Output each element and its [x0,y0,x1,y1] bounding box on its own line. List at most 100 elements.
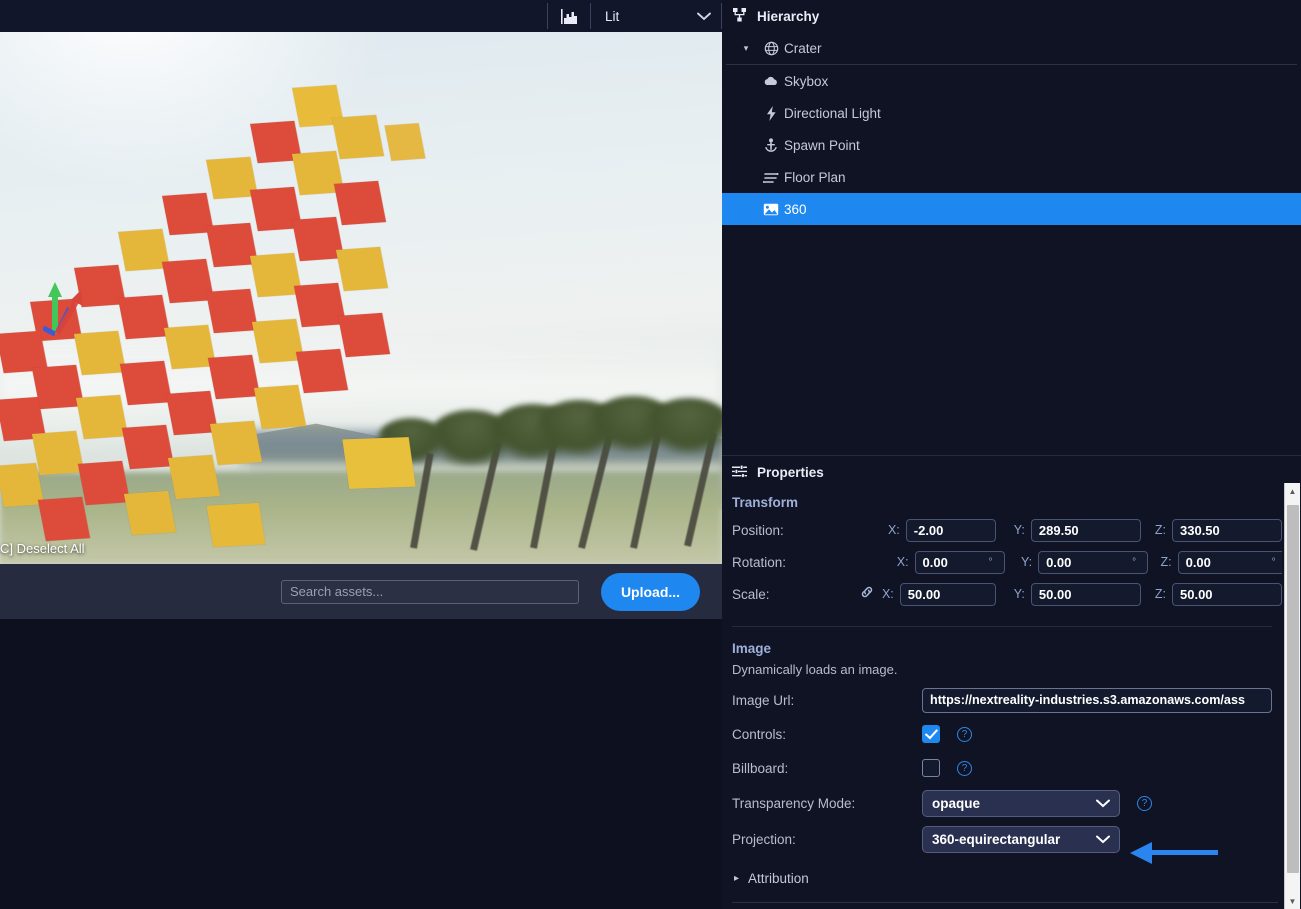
hierarchy-header: Hierarchy [722,0,1301,32]
position-y-input[interactable] [1030,518,1141,542]
image-section-description: Dynamically loads an image. [732,662,898,677]
degree-symbol: ° [1271,556,1276,568]
position-y-label: Y: [1013,523,1025,537]
right-panel: Hierarchy ▾ Crater Skybox Directional Li… [722,0,1301,909]
projection-select[interactable]: 360-equirectangular [922,825,1120,853]
rotation-y-label: Y: [1020,555,1033,569]
hierarchy-item-label: Skybox [784,73,829,89]
hierarchy-list: ▾ Crater Skybox Directional Light Spawn … [722,32,1301,225]
hierarchy-item-label: 360 [784,201,807,217]
scene-card [77,460,131,506]
scene-card [333,180,387,226]
properties-scrollbar[interactable]: ▲ ▼ [1284,483,1300,909]
controls-checkbox[interactable] [922,725,940,743]
position-row: Position: X: Y: Z: [722,514,1282,546]
transform-section-title: Transform [732,495,799,510]
scale-label: Scale: [732,586,770,602]
transparency-mode-select[interactable]: opaque [922,789,1120,817]
scale-z-label: Z: [1154,587,1166,601]
scene-card [209,420,263,466]
hierarchy-title: Hierarchy [757,8,820,24]
degree-symbol: ° [1132,556,1137,568]
scene-card [207,354,261,400]
controls-row: Controls: ? [722,717,1282,751]
projection-value: 360-equirectangular [932,831,1061,847]
floorplan-icon [758,171,784,184]
rotation-row: Rotation: X: ° Y: ° Z: ° [722,546,1282,578]
translate-gizmo[interactable] [41,280,105,345]
hierarchy-item-label: Spawn Point [784,137,860,153]
scene-card [119,360,173,406]
hierarchy-item-label: Crater [784,40,822,56]
scene-card [335,246,389,292]
chevron-down-icon [1096,832,1110,847]
image-url-row: Image Url: [722,683,1282,717]
question-circle-icon[interactable]: ? [1137,795,1152,811]
rotation-x-label: X: [896,555,909,569]
rotation-z-input[interactable] [1177,550,1282,574]
scene-card [205,288,259,334]
palm-fronds [646,398,722,454]
scroll-up-button[interactable]: ▲ [1285,483,1300,499]
scene-card [37,496,91,542]
rotation-z-label: Z: [1160,555,1172,569]
rotation-label: Rotation: [732,554,787,570]
hierarchy-item-label: Directional Light [784,105,881,121]
sitemap-icon [732,7,747,25]
position-x-input[interactable] [905,518,996,542]
scale-z-input[interactable] [1172,582,1282,606]
scene-card [384,123,426,161]
scrollbar-thumb[interactable] [1287,505,1299,873]
scene-card [117,294,171,340]
chart-icon[interactable] [548,0,590,32]
chevron-down-icon [697,9,711,24]
billboard-row: Billboard: ? [722,751,1282,785]
properties-header: Properties [722,455,1301,489]
hierarchy-item-360[interactable]: 360 [722,193,1301,225]
sliders-icon [732,464,747,481]
hierarchy-item-directional-light[interactable]: Directional Light [722,97,1301,129]
viewport-toolbar: Lit [0,0,722,32]
scene-card [75,394,129,440]
scale-row: Scale: X: Y: Z: [722,578,1282,610]
scene-card [342,437,416,489]
hierarchy-item-crater[interactable]: ▾ Crater [722,32,1301,64]
transparency-mode-row: Transparency Mode: opaque ? [722,785,1282,821]
app-root: Lit C] Deselect All Search assets... Upl… [0,0,1301,909]
billboard-label: Billboard: [732,760,789,776]
shading-mode-select[interactable]: Lit [591,0,721,32]
position-label: Position: [732,522,784,538]
search-assets-input[interactable] [281,579,579,604]
scene-card [331,114,385,160]
editor-column: Lit C] Deselect All Search assets... Upl… [0,0,722,909]
image-url-input[interactable] [922,687,1272,713]
hierarchy-item-skybox[interactable]: Skybox [722,65,1301,97]
viewport-3d[interactable]: C] Deselect All [0,32,722,564]
scale-x-label: X: [881,587,894,601]
upload-button[interactable]: Upload... [601,572,700,611]
scale-x-input[interactable] [899,582,996,606]
annotation-arrow-left [1130,842,1218,869]
scene-card [167,454,221,500]
image-icon [758,203,784,216]
position-z-input[interactable] [1172,518,1282,542]
hierarchy-item-label: Floor Plan [784,169,846,185]
hierarchy-item-floor-plan[interactable]: Floor Plan [722,161,1301,193]
attribution-divider [732,902,1278,903]
scale-y-input[interactable] [1030,582,1141,606]
hierarchy-item-spawn-point[interactable]: Spawn Point [722,129,1301,161]
chevron-down-icon[interactable]: ▾ [734,43,758,54]
deselect-all-overlay: C] Deselect All [0,541,85,556]
question-circle-icon[interactable]: ? [957,726,972,742]
scroll-down-button[interactable]: ▼ [1285,893,1300,909]
image-url-label: Image Url: [732,692,795,708]
assets-grid-area[interactable] [0,619,722,909]
question-circle-icon[interactable]: ? [957,760,972,776]
scene-card [31,430,85,476]
scene-card [295,348,349,394]
scene-card [121,424,175,470]
billboard-checkbox[interactable] [922,759,940,777]
transparency-mode-label: Transparency Mode: [732,795,856,811]
link-icon[interactable] [860,585,874,604]
properties-title: Properties [757,465,824,480]
